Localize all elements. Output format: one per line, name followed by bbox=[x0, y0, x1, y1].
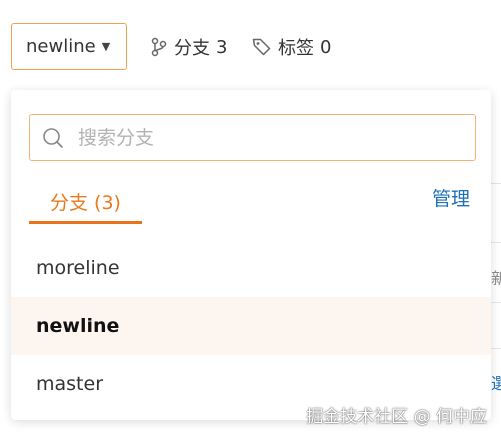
tag-icon bbox=[252, 38, 271, 56]
branch-item-newline[interactable]: newline bbox=[11, 297, 491, 355]
branch-item-moreline[interactable]: moreline bbox=[11, 239, 491, 297]
branch-item-label: moreline bbox=[36, 257, 120, 279]
branches-count: 3 bbox=[216, 36, 228, 58]
branch-item-label: newline bbox=[36, 315, 120, 337]
manage-branches-link[interactable]: 管理 bbox=[432, 184, 470, 211]
branch-select-button[interactable]: newline ▼ bbox=[11, 23, 127, 70]
branches-label: 分支 bbox=[174, 38, 210, 59]
tab-active-indicator bbox=[29, 221, 142, 224]
current-branch-label: newline bbox=[26, 36, 96, 57]
branch-dropdown-panel: 分支 (3) 管理 moreline newline master bbox=[11, 90, 491, 420]
tab-branches[interactable]: 分支 (3) bbox=[29, 178, 142, 224]
watermark: 掘金技术社区 @ 何中应 bbox=[306, 407, 487, 427]
branch-item-label: master bbox=[36, 373, 104, 395]
background-text: 新 bbox=[491, 269, 501, 288]
tags-label: 标签 bbox=[278, 38, 314, 59]
search-icon bbox=[43, 127, 63, 148]
branch-page: 新 選 newline ▼ 分支 3 标签 0 搜索分支 分支 (3) 管理 m… bbox=[0, 0, 501, 440]
tags-count-link[interactable]: 标签 0 bbox=[252, 33, 331, 61]
git-branch-icon bbox=[151, 37, 167, 57]
caret-down-icon: ▼ bbox=[101, 40, 111, 53]
tags-count: 0 bbox=[320, 36, 332, 58]
branches-count-link[interactable]: 分支 3 bbox=[150, 33, 227, 61]
branch-search-box bbox=[29, 114, 476, 161]
branch-search-input[interactable] bbox=[78, 126, 448, 149]
background-link-text: 選 bbox=[491, 374, 501, 393]
